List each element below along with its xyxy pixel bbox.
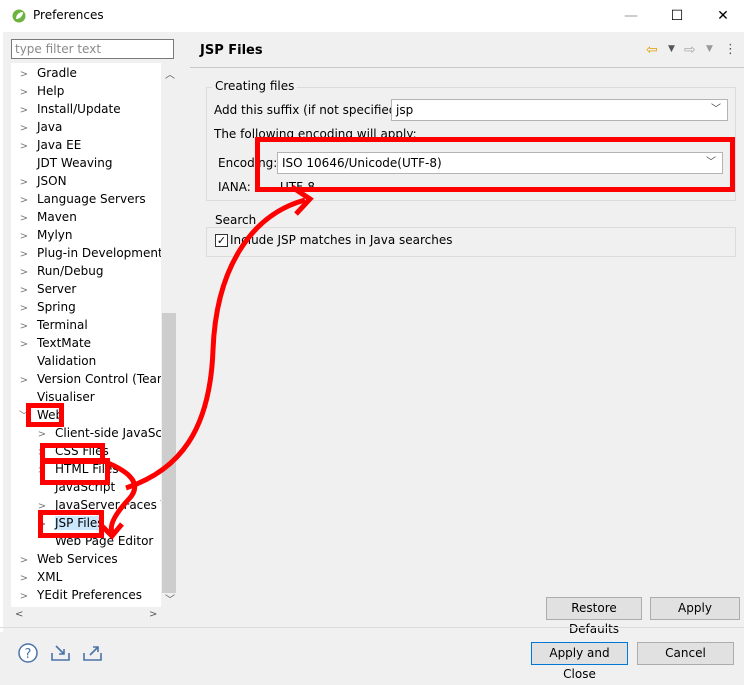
annotation-arrow-icon	[100, 184, 314, 540]
